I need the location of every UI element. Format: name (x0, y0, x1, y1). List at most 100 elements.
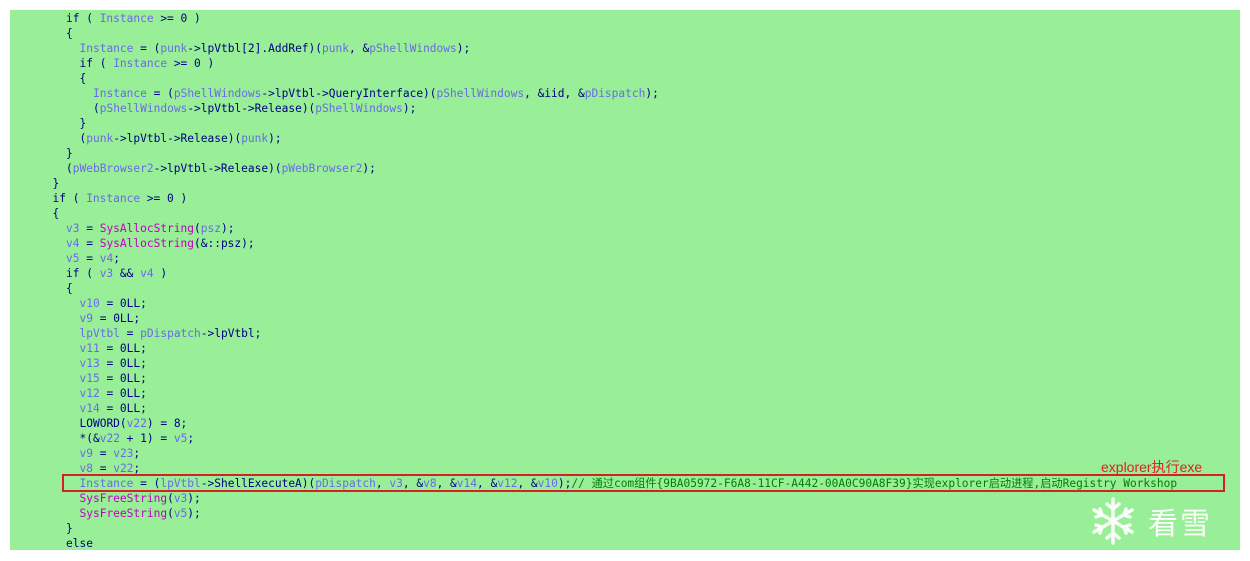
code-token: ); (187, 507, 201, 520)
code-token: pShellWindows (315, 102, 403, 115)
code-line: } (53, 176, 60, 191)
code-token: >= 0 ) (140, 192, 188, 205)
code-token: ->lpVtbl->Release)( (153, 162, 282, 175)
code-token: else (66, 537, 93, 550)
code-token: psz (200, 222, 221, 235)
code-line: } (80, 116, 87, 131)
code-token: ); (362, 162, 376, 175)
code-token: ( (93, 102, 100, 115)
code-token: = (79, 237, 100, 250)
code-token: LOWORD( (79, 417, 127, 430)
code-token: >= 0 ) (167, 57, 215, 70)
code-token: = 0LL; (99, 357, 147, 370)
code-token: v10 (79, 297, 100, 310)
code-token: ->lpVtbl->Release)( (113, 132, 242, 145)
code-token: pShellWindows (173, 87, 262, 100)
code-token: ( (167, 507, 174, 520)
code-token: ; (187, 432, 195, 445)
code-token: ); (268, 132, 282, 145)
code-token: Instance (86, 192, 141, 205)
code-token: } (79, 117, 87, 130)
code-token: v5 (173, 507, 188, 520)
code-line: (pWebBrowser2->lpVtbl->Release)(pWebBrow… (66, 161, 376, 176)
code-line: v15 = 0LL; (80, 371, 147, 386)
code-token: && (113, 267, 141, 280)
code-token: = 0LL; (99, 372, 147, 385)
code-token: v13 (79, 357, 100, 370)
code-token: punk (86, 132, 114, 145)
code-token: SysFreeString (79, 507, 168, 520)
code-token: v23 (113, 447, 134, 460)
code-line: if ( Instance >= 0 ) (80, 56, 215, 71)
code-token: = 0LL; (99, 342, 147, 355)
code-token: v22 (126, 417, 147, 430)
code-token: { (52, 207, 60, 220)
code-line: v9 = v23; (80, 446, 141, 461)
code-line: if ( Instance >= 0 ) (53, 191, 188, 206)
code-token: pDispatch (584, 87, 646, 100)
code-token: { (79, 72, 87, 85)
code-token: ( (194, 222, 201, 235)
code-token: = 0LL; (99, 297, 147, 310)
code-token: = 0LL; (99, 402, 147, 415)
code-line: { (80, 71, 87, 86)
code-token: if ( (79, 57, 114, 70)
code-token: = (79, 252, 100, 265)
code-token: = ( (133, 42, 161, 55)
code-line: { (53, 206, 60, 221)
code-token: ); (187, 492, 201, 505)
code-token: pShellWindows (369, 42, 457, 55)
code-token: if ( (52, 192, 87, 205)
code-token: v11 (79, 342, 100, 355)
annotation-label: explorer执行exe (1101, 459, 1203, 475)
code-token: = ( (146, 87, 174, 100)
code-token: >= 0 ) (153, 12, 201, 25)
code-token: SysAllocString (99, 222, 194, 235)
code-token: , &iid, & (524, 87, 585, 100)
code-token: = 0LL; (99, 387, 147, 400)
code-token: { (66, 282, 73, 295)
code-token: pShellWindows (99, 102, 188, 115)
code-line: if ( v3 && v4 ) (66, 266, 167, 281)
code-token: ->lpVtbl[2].AddRef)( (187, 42, 323, 55)
code-line: v12 = 0LL; (80, 386, 147, 401)
code-token: } (52, 177, 60, 190)
code-token: + 1) = (119, 432, 174, 445)
code-token: punk (322, 42, 349, 55)
code-line: v13 = 0LL; (80, 356, 147, 371)
code-token: punk (241, 132, 269, 145)
code-token: = (92, 447, 114, 460)
code-token: *(& (79, 432, 100, 445)
code-line: v11 = 0LL; (80, 341, 147, 356)
code-token: ); (456, 42, 471, 55)
code-token: = (79, 222, 100, 235)
code-token: v3 (173, 492, 188, 505)
code-token: v15 (79, 372, 100, 385)
code-token: v9 (79, 447, 93, 460)
watermark: 看雪 (1088, 496, 1212, 546)
code-token: ; (133, 447, 141, 460)
code-line: Instance = (punk->lpVtbl[2].AddRef)(punk… (80, 41, 471, 56)
code-line: SysFreeString(v5); (80, 506, 201, 521)
code-token: } (66, 522, 73, 535)
code-token: ); (402, 102, 417, 115)
code-token: lpVtbl (79, 327, 120, 340)
code-line: { (66, 281, 73, 296)
code-line: v10 = 0LL; (80, 296, 147, 311)
code-token: Instance (99, 12, 154, 25)
code-token: ->lpVtbl; (200, 327, 262, 340)
code-line: } (66, 146, 73, 161)
code-line: v9 = 0LL; (80, 311, 141, 326)
code-token: ); (220, 222, 235, 235)
code-token: (&::psz); (194, 237, 255, 250)
code-token: punk (160, 42, 188, 55)
code-token: SysAllocString (99, 237, 194, 250)
code-token: ) (153, 267, 168, 280)
code-line: (pShellWindows->lpVtbl->Release)(pShellW… (93, 101, 416, 116)
code-editor-panel: if ( Instance >= 0 ){Instance = (punk->l… (10, 10, 1240, 550)
code-token: Instance (79, 42, 134, 55)
code-token: v9 (79, 312, 93, 325)
code-token: { (66, 27, 73, 40)
code-token: SysFreeString (79, 492, 168, 505)
code-line: } (66, 521, 73, 536)
